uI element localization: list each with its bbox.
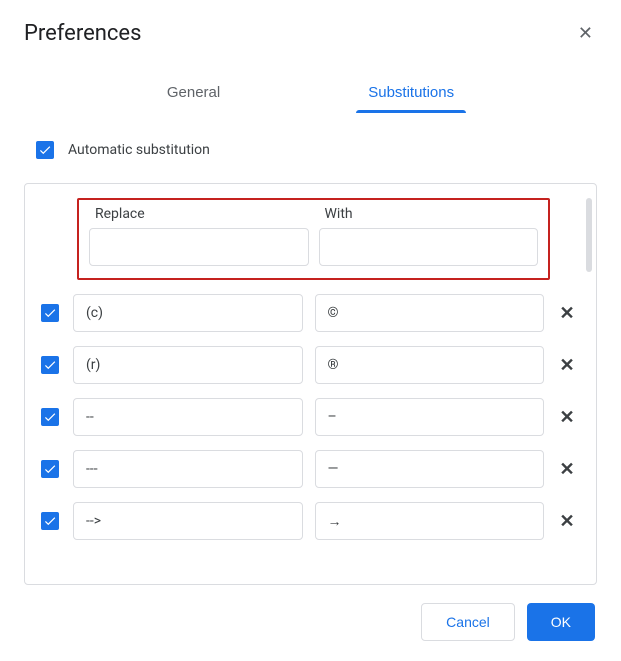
- delete-icon: ✕: [559, 407, 574, 428]
- delete-icon: ✕: [559, 511, 574, 532]
- with-column-header: With: [319, 206, 539, 224]
- scrollbar[interactable]: [586, 198, 592, 272]
- delete-row-button[interactable]: ✕: [556, 302, 578, 324]
- preferences-dialog: Preferences ✕ General Substitutions Auto…: [0, 0, 621, 661]
- check-icon: [43, 410, 57, 424]
- with-field[interactable]: –: [315, 398, 545, 436]
- tab-substitutions[interactable]: Substitutions: [364, 76, 458, 111]
- new-with-input[interactable]: [319, 228, 539, 266]
- with-field[interactable]: ©: [315, 294, 545, 332]
- delete-row-button[interactable]: ✕: [556, 354, 578, 376]
- automatic-substitution-row: Automatic substitution: [24, 141, 597, 159]
- substitution-row: --- — ✕: [41, 450, 578, 488]
- ok-button[interactable]: OK: [527, 603, 595, 641]
- row-enable-checkbox[interactable]: [41, 408, 59, 426]
- row-enable-checkbox[interactable]: [41, 304, 59, 322]
- close-button[interactable]: ✕: [574, 20, 597, 46]
- dialog-title: Preferences: [24, 21, 141, 46]
- with-field[interactable]: —: [315, 450, 545, 488]
- row-enable-checkbox[interactable]: [41, 460, 59, 478]
- replace-field[interactable]: (c): [73, 294, 303, 332]
- substitutions-table: Replace With (c)©✕(r)®✕--–✕---—✕-->→✕: [24, 183, 597, 585]
- replace-field[interactable]: -->: [73, 502, 303, 540]
- delete-row-button[interactable]: ✕: [556, 510, 578, 532]
- replace-column-header: Replace: [89, 206, 309, 224]
- substitution-row: (r) ® ✕: [41, 346, 578, 384]
- delete-row-button[interactable]: ✕: [556, 458, 578, 480]
- with-field[interactable]: ®: [315, 346, 545, 384]
- delete-icon: ✕: [559, 303, 574, 324]
- dialog-footer: Cancel OK: [24, 603, 597, 661]
- new-replace-input[interactable]: [89, 228, 309, 266]
- delete-icon: ✕: [559, 459, 574, 480]
- check-icon: [43, 514, 57, 528]
- replace-field[interactable]: --: [73, 398, 303, 436]
- substitution-row: --> → ✕: [41, 502, 578, 540]
- cancel-button[interactable]: Cancel: [421, 603, 515, 641]
- dialog-header: Preferences ✕: [24, 20, 597, 46]
- with-field[interactable]: →: [315, 502, 545, 540]
- automatic-substitution-label: Automatic substitution: [68, 142, 210, 158]
- automatic-substitution-checkbox[interactable]: [36, 141, 54, 159]
- close-icon: ✕: [578, 23, 593, 43]
- row-enable-checkbox[interactable]: [41, 356, 59, 374]
- substitution-row: --–✕: [41, 398, 578, 436]
- check-icon: [43, 306, 57, 320]
- check-icon: [38, 143, 52, 157]
- check-icon: [43, 358, 57, 372]
- row-enable-checkbox[interactable]: [41, 512, 59, 530]
- check-icon: [43, 462, 57, 476]
- delete-row-button[interactable]: ✕: [556, 406, 578, 428]
- substitution-row: (c) © ✕: [41, 294, 578, 332]
- tabs: General Substitutions: [24, 76, 597, 111]
- tab-general[interactable]: General: [163, 76, 224, 111]
- delete-icon: ✕: [559, 355, 574, 376]
- replace-field[interactable]: ---: [73, 450, 303, 488]
- replace-field[interactable]: (r): [73, 346, 303, 384]
- new-entry-highlight: Replace With: [77, 198, 550, 280]
